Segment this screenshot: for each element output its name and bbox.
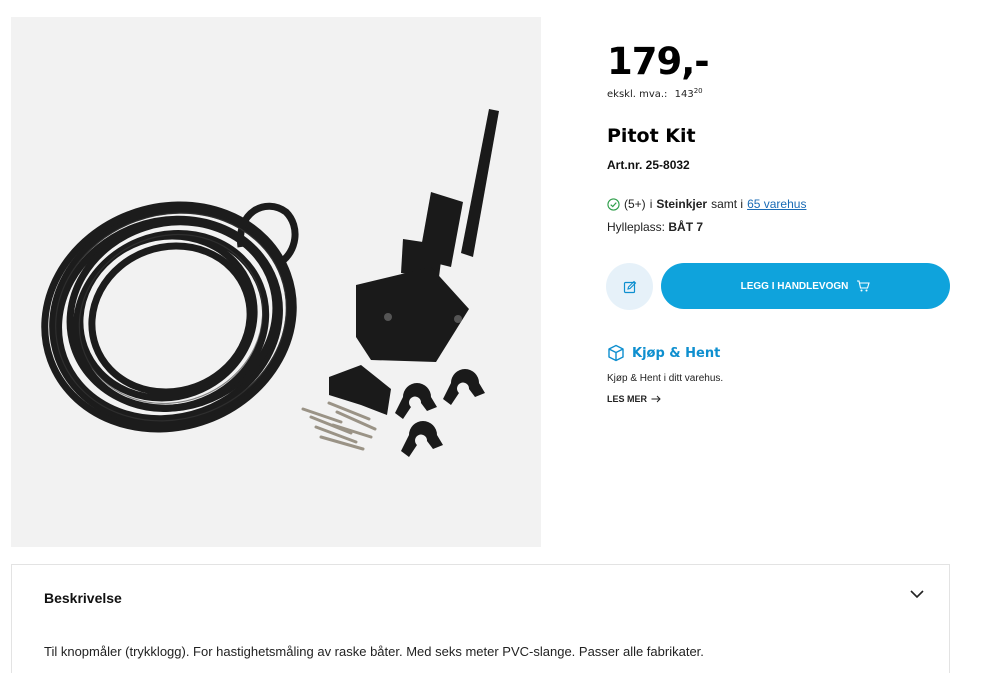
add-to-cart-button[interactable]: LEGG I HANDLEVOGN [661, 263, 950, 309]
description-panel: Beskrivelse Til knopmåler (trykklogg). F… [11, 564, 950, 673]
article-number: Art.nr. 25-8032 [607, 158, 690, 172]
stock-store: Steinkjer [656, 197, 708, 211]
price-ex-vat-value: 14320 [674, 87, 703, 100]
stock-in-word: i [649, 197, 653, 211]
note-button[interactable] [606, 263, 653, 310]
shelf-value: BÅT 7 [668, 220, 704, 234]
check-icon [607, 197, 620, 211]
price-ex-vat: ekskl. mva.: 14320 [607, 87, 703, 100]
cart-icon [857, 280, 871, 292]
warehouses-link[interactable]: 65 varehus [747, 197, 806, 211]
description-header[interactable]: Beskrivelse [44, 590, 122, 606]
product-title: Pitot Kit [607, 125, 696, 147]
description-text: Til knopmåler (trykklogg). For hastighet… [44, 644, 704, 659]
stock-count: (5+) [624, 197, 646, 211]
add-to-cart-label: LEGG I HANDLEVOGN [740, 280, 849, 292]
pitot-kit-illustration [41, 109, 499, 457]
stock-and-word: samt i [711, 197, 744, 211]
read-more-link[interactable]: LES MER [607, 394, 661, 404]
shelf-label: Hylleplass: [607, 220, 666, 234]
product-price: 179,- [607, 40, 710, 83]
pickup-description: Kjøp & Hent i ditt varehus. [607, 373, 724, 384]
edit-note-icon [623, 280, 636, 293]
price-ex-vat-label: ekskl. mva.: [607, 89, 668, 100]
pickup-title-text: Kjøp & Hent [632, 345, 721, 361]
product-image[interactable] [11, 17, 541, 547]
pickup-title: Kjøp & Hent [607, 344, 720, 362]
shelf-location: Hylleplass: BÅT 7 [607, 220, 703, 234]
box-icon [608, 344, 624, 362]
arrow-right-icon [651, 395, 661, 403]
chevron-down-icon[interactable] [910, 590, 924, 599]
stock-status: (5+) i Steinkjer samt i 65 varehus [607, 197, 806, 211]
read-more-label: LES MER [607, 394, 648, 404]
